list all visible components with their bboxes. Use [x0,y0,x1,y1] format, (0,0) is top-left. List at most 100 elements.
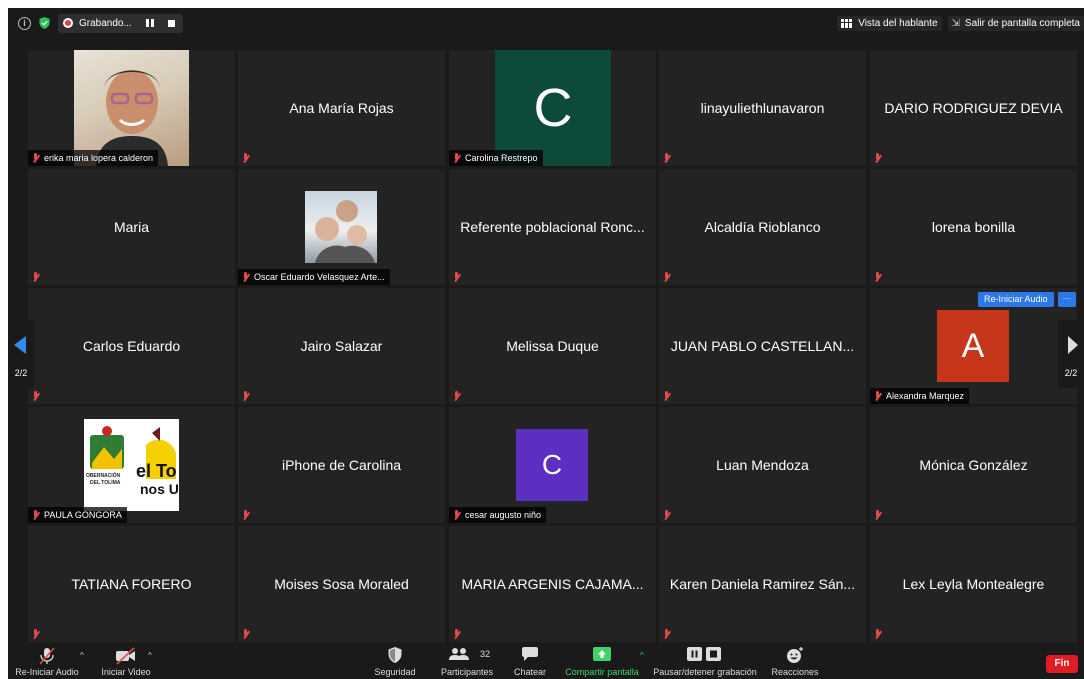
exit-fullscreen-button[interactable]: ⇲ Salir de pantalla completa [947,15,1084,31]
participants-button[interactable]: 32 Participantes [436,643,498,679]
encryption-shield-icon[interactable] [39,17,50,29]
participant-status-bar [28,388,45,404]
reiniciar-audio-hover-button[interactable]: Re-Iniciar Audio [978,292,1054,307]
participant-status-bar [659,150,676,166]
reactions-button[interactable]: Reacciones [770,643,820,679]
participant-tile[interactable]: TATIANA FORERO [28,526,235,642]
participant-status-bar [449,388,466,404]
speaker-view-button[interactable]: Vista del hablante [837,15,942,31]
participant-tile[interactable]: Maria [28,169,235,285]
participant-tile[interactable]: JUAN PABLO CASTELLAN... [659,288,866,404]
participant-status-bar: Alexandra Marquez [870,388,970,404]
chat-button[interactable]: Chatear [508,643,552,679]
participant-tile[interactable]: lorena bonilla [870,169,1077,285]
participant-avatar: C [516,429,588,501]
share-screen-label: Compartir pantalla [565,667,639,677]
participant-video [305,191,377,263]
mic-muted-icon [31,390,40,402]
participant-tile[interactable]: Moises Sosa Moraled [238,526,445,642]
mic-muted-icon [31,628,40,640]
mic-muted-icon [452,390,461,402]
participant-name: DARIO RODRIGUEZ DEVIA [884,100,1063,116]
participant-tile[interactable]: Jairo Salazar [238,288,445,404]
participant-name-label: PAULA GONGORA [44,510,122,520]
participant-name: Ana María Rojas [289,100,394,116]
participant-name-label: erika maria lopera calderon [44,153,154,163]
share-screen-button[interactable]: Compartir pantalla [564,643,640,679]
participant-status-bar: erika maria lopera calderon [28,150,159,166]
participant-tile[interactable]: Melissa Duque [449,288,656,404]
participant-tile[interactable]: Carlos Eduardo [28,288,235,404]
security-button[interactable]: Seguridad [370,643,420,679]
participants-count: 32 [480,649,491,659]
chat-label: Chatear [513,667,547,677]
participant-name: Melissa Duque [506,338,599,354]
participant-tile[interactable]: Alcaldía Rioblanco [659,169,866,285]
arrow-right-icon [1068,336,1078,354]
participant-tile[interactable]: linayuliethlunavaron [659,50,866,166]
participant-logo: OBERNACIÓN DEL TOLIMA el To nos U [84,419,179,511]
video-label: Iniciar Video [101,667,151,677]
participant-tile[interactable]: iPhone de Carolina [238,407,445,523]
participant-name: iPhone de Carolina [281,457,402,473]
mic-muted-icon [241,152,250,164]
participant-tile[interactable]: Oscar Eduardo Velasquez Arte... [238,169,445,285]
pause-stop-recording-label: Pausar/detener grabación [653,667,757,677]
reactions-label: Reacciones [771,667,819,677]
previous-page-button[interactable]: 2/2 [8,320,34,388]
pause-recording-icon[interactable] [145,19,154,27]
participant-name: JUAN PABLO CASTELLAN... [670,338,855,354]
share-options-caret-icon[interactable]: ^ [640,651,644,660]
participant-status-bar [28,626,45,642]
participant-tile[interactable]: erika maria lopera calderon [28,50,235,166]
top-bar: i Grabando... Vista del hablante ⇲ Salir… [8,8,1084,38]
participant-status-bar [238,507,255,523]
mic-muted-icon [31,271,40,283]
page-indicator-right: 2/2 [1064,368,1078,378]
participant-video [74,50,189,166]
mic-muted-icon [662,390,671,402]
share-screen-icon [593,647,611,661]
mic-muted-icon [31,509,40,521]
mic-muted-icon [241,509,250,521]
chat-bubble-icon [522,647,538,661]
video-options-caret-icon[interactable]: ^ [148,651,152,660]
participant-tile[interactable]: Ana María Rojas [238,50,445,166]
participant-tile[interactable]: Karen Daniela Ramirez Sán... [659,526,866,642]
participant-avatar: C [495,50,611,166]
participant-tile[interactable]: Mónica González [870,407,1077,523]
mic-muted-icon [452,509,461,521]
logo-text-el-tolima: el To [136,461,177,481]
participant-tile[interactable]: OBERNACIÓN DEL TOLIMA el To nos U PAULA GONG… [28,407,235,523]
tile-more-options-button[interactable]: ··· [1058,292,1076,307]
participant-name-label: Oscar Eduardo Velasquez Arte... [254,272,385,282]
logo-text-gobernacion: OBERNACIÓN [86,473,121,479]
info-icon[interactable]: i [18,16,31,30]
recording-dot-icon [63,18,73,28]
participant-tile[interactable]: Referente poblacional Ronc... [449,169,656,285]
participant-tile[interactable]: Luan Mendoza [659,407,866,523]
participant-tile[interactable]: Ccesar augusto niño [449,407,656,523]
next-page-button[interactable]: 2/2 [1058,320,1084,388]
participants-icon [449,648,469,660]
participant-status-bar [659,269,676,285]
exit-fullscreen-label: Salir de pantalla completa [964,17,1080,29]
stop-recording-icon[interactable] [167,19,175,27]
participant-name: Lex Leyla Montealegre [902,576,1045,592]
audio-options-caret-icon[interactable]: ^ [80,651,84,660]
video-button[interactable]: Iniciar Video [96,643,156,679]
logo-text-nos-une: nos U [140,481,179,497]
participant-tile[interactable]: Lex Leyla Montealegre [870,526,1077,642]
pause-stop-recording-button[interactable]: Pausar/detener grabación [653,643,757,679]
mic-muted-icon [873,390,882,402]
meeting-toolbar: Re-Iniciar Audio ^ Iniciar Video ^ Segur… [8,643,1084,679]
participant-status-bar [449,626,466,642]
participant-tile[interactable]: DARIO RODRIGUEZ DEVIA [870,50,1077,166]
end-meeting-button[interactable]: Fin [1046,655,1078,673]
participant-name: Mónica González [919,457,1028,473]
participant-tile[interactable]: MARIA ARGENIS CAJAMA... [449,526,656,642]
participant-tile[interactable]: C Carolina Restrepo [449,50,656,166]
audio-button[interactable]: Re-Iniciar Audio [14,643,80,679]
mic-muted-icon [241,390,250,402]
video-off-icon [116,647,135,665]
